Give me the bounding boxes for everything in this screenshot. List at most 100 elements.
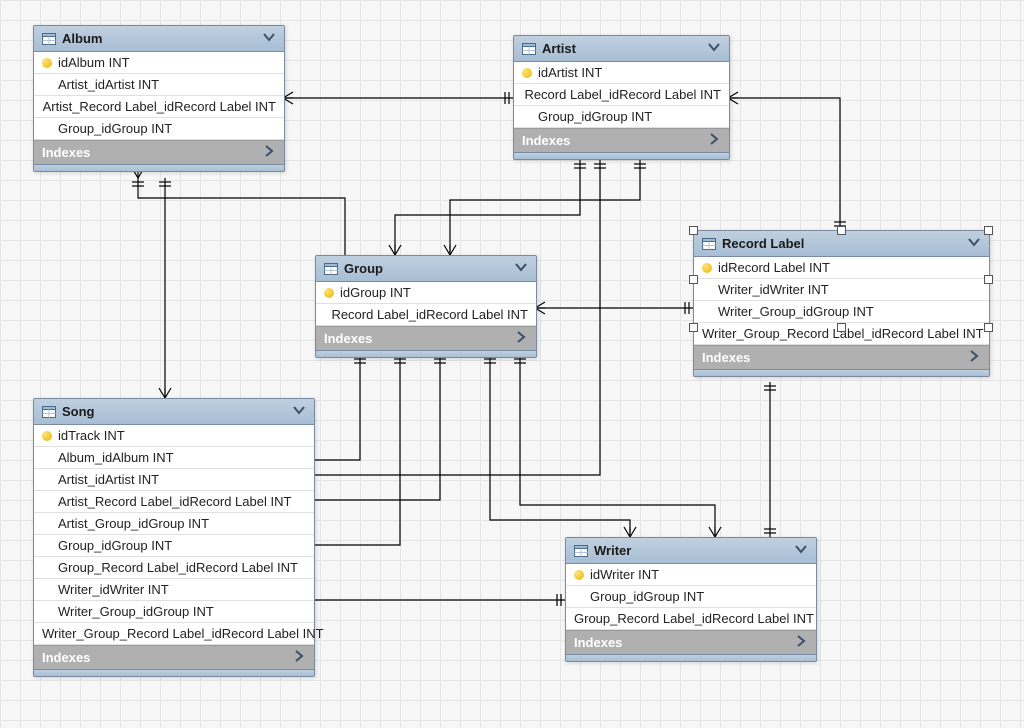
entity-title-text: Artist	[542, 41, 576, 56]
entity-field[interactable]: idArtist INT	[514, 62, 729, 84]
field-name: Writer_Group_idGroup INT	[58, 604, 214, 619]
entity-field[interactable]: idGroup INT	[316, 282, 536, 304]
selection-handle[interactable]	[984, 226, 993, 235]
indexes-section[interactable]: Indexes	[566, 630, 816, 654]
chevron-down-icon	[514, 260, 528, 277]
entity-field[interactable]: idTrack INT	[34, 425, 314, 447]
selection-handle[interactable]	[689, 323, 698, 332]
entity-field[interactable]: Group_idGroup INT	[34, 118, 284, 140]
entity-field[interactable]: Record Label_idRecord Label INT	[514, 84, 729, 106]
primary-key-icon	[522, 68, 532, 78]
entity-field[interactable]: idAlbum INT	[34, 52, 284, 74]
entity-field[interactable]: Artist_idArtist INT	[34, 74, 284, 96]
selection-handle[interactable]	[837, 226, 846, 235]
field-name: Record Label_idRecord Label INT	[524, 87, 721, 102]
field-name: Writer_idWriter INT	[58, 582, 169, 597]
table-icon	[42, 406, 56, 418]
table-icon	[574, 545, 588, 557]
indexes-label: Indexes	[42, 650, 90, 665]
entity-field[interactable]: Group_Record Label_idRecord Label INT	[34, 557, 314, 579]
primary-key-icon	[324, 288, 334, 298]
entity-field[interactable]: Writer_Group_idGroup INT	[34, 601, 314, 623]
chevron-down-icon	[292, 403, 306, 420]
entity-field[interactable]: idRecord Label INT	[694, 257, 989, 279]
field-name: Group_idGroup INT	[538, 109, 652, 124]
indexes-label: Indexes	[324, 331, 372, 346]
entity-field[interactable]: Album_idAlbum INT	[34, 447, 314, 469]
chevron-down-icon	[967, 235, 981, 252]
selection-handle[interactable]	[984, 323, 993, 332]
chevron-right-icon	[794, 634, 808, 651]
indexes-section[interactable]: Indexes	[34, 645, 314, 669]
table-icon	[324, 263, 338, 275]
indexes-label: Indexes	[574, 635, 622, 650]
chevron-right-icon	[514, 330, 528, 347]
indexes-section[interactable]: Indexes	[316, 326, 536, 350]
entity-title-text: Album	[62, 31, 102, 46]
field-name: idArtist INT	[538, 65, 602, 80]
entity-group[interactable]: Group idGroup INT Record Label_idRecord La…	[315, 255, 537, 358]
chevron-right-icon	[967, 349, 981, 366]
chevron-right-icon	[262, 144, 276, 161]
entity-recordlabel[interactable]: Record Label idRecord Label INT Writer_idW…	[693, 230, 990, 377]
entity-field[interactable]: Group_idGroup INT	[566, 586, 816, 608]
field-name: Group_idGroup INT	[58, 538, 172, 553]
selection-handle[interactable]	[689, 275, 698, 284]
field-name: idTrack INT	[58, 428, 125, 443]
entity-title-text: Record Label	[722, 236, 804, 251]
indexes-section[interactable]: Indexes	[514, 128, 729, 152]
entity-song[interactable]: Song idTrack INT Album_idAlbum INT Artist_i…	[33, 398, 315, 677]
selection-handle[interactable]	[689, 226, 698, 235]
entity-writer[interactable]: Writer idWriter INT Group_idGroup INT Group…	[565, 537, 817, 662]
entity-field[interactable]: idWriter INT	[566, 564, 816, 586]
entity-title-text: Writer	[594, 543, 631, 558]
entity-field[interactable]: Artist_Group_idGroup INT	[34, 513, 314, 535]
chevron-right-icon	[292, 649, 306, 666]
table-icon	[42, 33, 56, 45]
field-name: Artist_idArtist INT	[58, 77, 159, 92]
primary-key-icon	[42, 431, 52, 441]
field-name: Artist_Record Label_idRecord Label INT	[58, 494, 291, 509]
selection-handle[interactable]	[984, 275, 993, 284]
primary-key-icon	[574, 570, 584, 580]
field-name: Record Label_idRecord Label INT	[331, 307, 528, 322]
entity-title[interactable]: Writer	[566, 538, 816, 564]
field-name: Writer_Group_Record Label_idRecord Label…	[42, 626, 324, 641]
table-icon	[702, 238, 716, 250]
primary-key-icon	[702, 263, 712, 273]
entity-field[interactable]: Artist_Record Label_idRecord Label INT	[34, 491, 314, 513]
entity-field[interactable]: Group_idGroup INT	[34, 535, 314, 557]
table-icon	[522, 43, 536, 55]
entity-field[interactable]: Writer_idWriter INT	[34, 579, 314, 601]
field-name: Artist_idArtist INT	[58, 472, 159, 487]
entity-title[interactable]: Group	[316, 256, 536, 282]
field-name: idGroup INT	[340, 285, 411, 300]
entity-field[interactable]: Writer_Group_idGroup INT	[694, 301, 989, 323]
field-name: Group_idGroup INT	[58, 121, 172, 136]
entity-album[interactable]: Album idAlbum INT Artist_idArtist INT Artis…	[33, 25, 285, 172]
selection-handle[interactable]	[837, 323, 846, 332]
indexes-section[interactable]: Indexes	[34, 140, 284, 164]
entity-title[interactable]: Artist	[514, 36, 729, 62]
entity-title[interactable]: Song	[34, 399, 314, 425]
entity-field[interactable]: Group_idGroup INT	[514, 106, 729, 128]
entity-title-text: Song	[62, 404, 95, 419]
entity-field[interactable]: Writer_Group_Record Label_idRecord Label…	[34, 623, 314, 645]
entity-field[interactable]: Group_Record Label_idRecord Label INT	[566, 608, 816, 630]
entity-field[interactable]: Record Label_idRecord Label INT	[316, 304, 536, 326]
field-name: Writer_idWriter INT	[718, 282, 829, 297]
field-name: Artist_Group_idGroup INT	[58, 516, 209, 531]
entity-title[interactable]: Album	[34, 26, 284, 52]
indexes-section[interactable]: Indexes	[694, 345, 989, 369]
entity-field[interactable]: Artist_idArtist INT	[34, 469, 314, 491]
chevron-down-icon	[262, 30, 276, 47]
field-name: Group_Record Label_idRecord Label INT	[58, 560, 298, 575]
entity-field[interactable]: Writer_idWriter INT	[694, 279, 989, 301]
chevron-right-icon	[707, 132, 721, 149]
field-name: Group_idGroup INT	[590, 589, 704, 604]
indexes-label: Indexes	[702, 350, 750, 365]
entity-artist[interactable]: Artist idArtist INT Record Label_idRecord …	[513, 35, 730, 160]
entity-title-text: Group	[344, 261, 383, 276]
primary-key-icon	[42, 58, 52, 68]
entity-field[interactable]: Artist_Record Label_idRecord Label INT	[34, 96, 284, 118]
